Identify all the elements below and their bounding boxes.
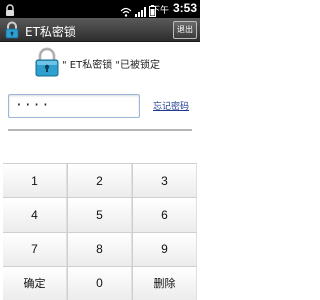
app-lock-icon (3, 21, 21, 43)
title-bar: ET私密锁 退出 (0, 18, 200, 42)
forgot-password-link[interactable]: 忘记密码 (153, 99, 189, 112)
key-1[interactable]: 1 (3, 164, 67, 198)
password-input[interactable]: ···· (8, 94, 140, 118)
key-2[interactable]: 2 (68, 164, 132, 198)
confirm-button[interactable]: 确定 (3, 266, 67, 300)
key-7[interactable]: 7 (3, 232, 67, 266)
status-time: 3:53 (172, 1, 197, 15)
padlock-icon (34, 47, 60, 81)
status-bar: 下午 3:53 (0, 0, 200, 18)
delete-button[interactable]: 删除 (133, 266, 197, 300)
key-4[interactable]: 4 (3, 198, 67, 232)
key-3[interactable]: 3 (133, 164, 197, 198)
keypad: 1 2 3 4 5 6 7 8 9 确定 0 删除 (3, 163, 197, 300)
key-0[interactable]: 0 (68, 266, 132, 300)
app-title: ET私密锁 (25, 25, 76, 39)
divider (8, 129, 192, 131)
key-8[interactable]: 8 (68, 232, 132, 266)
status-period: 下午 (150, 6, 169, 16)
key-9[interactable]: 9 (133, 232, 197, 266)
exit-button[interactable]: 退出 (173, 21, 197, 39)
locked-message: " ET私密锁 "已被锁定 (62, 60, 160, 71)
key-5[interactable]: 5 (68, 198, 132, 232)
key-6[interactable]: 6 (133, 198, 197, 232)
